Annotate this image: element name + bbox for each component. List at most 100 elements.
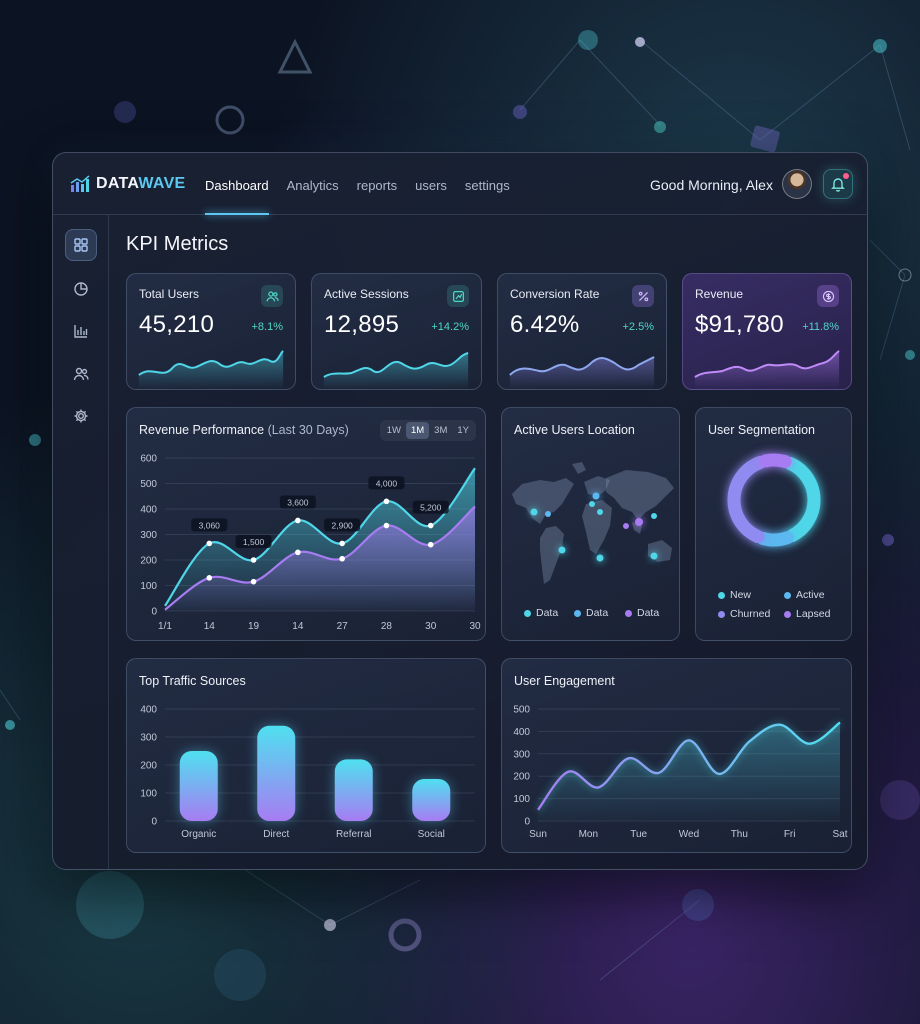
x-tick-label: 14 [204, 621, 216, 632]
y-tick-label: 600 [140, 454, 157, 465]
kpi-label: Total Users [139, 287, 200, 301]
data-point [383, 522, 390, 529]
data-point [427, 541, 434, 548]
x-tick-label: 14 [292, 621, 304, 632]
user-engagement-panel: User Engagement 0 100 200 300 400 500 Sun Mon Tu… [501, 658, 852, 853]
y-tick-label: 200 [140, 761, 157, 772]
engagement-area [538, 722, 840, 821]
x-tick-label: Tue [630, 829, 647, 840]
y-tick-label: 300 [513, 749, 530, 760]
legend-item: New [718, 589, 751, 601]
sessions-icon [452, 290, 464, 302]
kpi-change: +14.2% [431, 321, 469, 333]
data-point [206, 540, 213, 547]
kpi-card-revenue[interactable]: Revenue $91,780 +11.8% [682, 273, 852, 390]
data-point [250, 578, 257, 585]
kpi-card-total-users[interactable]: Total Users 45,210 +8.1% [126, 273, 296, 390]
donut-slice [727, 455, 767, 544]
kpi-label: Revenue [695, 287, 744, 301]
notification-dot [843, 173, 849, 179]
y-tick-label: 0 [151, 607, 157, 618]
kpi-card-conversion-rate[interactable]: Conversion Rate 6.42% +2.5% [497, 273, 667, 390]
y-tick-label: 400 [140, 505, 157, 516]
sidebar-item-users[interactable] [65, 358, 97, 390]
data-point [383, 498, 390, 505]
kpi-card-active-sessions[interactable]: Active Sessions 12,895 +14.2% [311, 273, 482, 390]
bar [412, 779, 451, 821]
x-tick-label: 30 [425, 621, 437, 632]
percent-icon [638, 291, 648, 301]
donut-slice [756, 531, 794, 547]
legend-item: Lapsed [784, 608, 830, 620]
y-tick-label: 200 [513, 772, 530, 783]
kpi-icon-box[interactable] [632, 285, 654, 307]
x-tick-label: Thu [731, 829, 748, 840]
main-nav: Dashboard Analytics reports users settin… [205, 153, 528, 215]
logo-icon [70, 175, 90, 192]
top-traffic-sources-panel: Top Traffic Sources 0 100 200 300 400 Organic… [126, 658, 486, 853]
kpi-icon-box[interactable] [447, 285, 469, 307]
x-tick-label: 28 [381, 621, 393, 632]
y-tick-label: 200 [140, 556, 157, 567]
legend-item: Data [524, 607, 558, 619]
y-tick-label: 100 [513, 794, 530, 805]
sidebar-item-dashboard[interactable] [65, 229, 97, 261]
gear-icon [74, 409, 88, 423]
y-tick-label: 400 [140, 705, 157, 716]
sidebar-item-settings[interactable] [65, 400, 97, 432]
x-tick-label: Wed [679, 829, 699, 840]
sparkline-revenue [694, 350, 840, 389]
nav-dashboard[interactable]: Dashboard [205, 153, 269, 215]
sparkline-active-sessions [323, 352, 469, 389]
x-tick-label: Referral [336, 829, 372, 840]
traffic-chart: 0 100 200 300 400 Organic Direct Referral Social [140, 705, 475, 840]
y-tick-label: 0 [151, 817, 157, 828]
annotation-label: 3,060 [199, 520, 221, 530]
data-point [250, 557, 257, 563]
engagement-chart: 0 100 200 300 400 500 Sun Mon Tue Wed Thu Fri Sat [513, 705, 847, 841]
bar [334, 759, 373, 821]
legend-item: Active [784, 589, 825, 601]
y-tick-label: 100 [140, 789, 157, 800]
brand-logo[interactable]: DATAWAVE [70, 175, 186, 193]
data-point [295, 549, 301, 556]
x-tick-label: Direct [263, 829, 289, 840]
bar [257, 725, 296, 821]
kpi-label: Active Sessions [324, 287, 409, 301]
grid-icon [74, 238, 88, 252]
x-tick-label: Social [418, 829, 445, 840]
y-tick-label: 400 [513, 727, 530, 738]
y-tick-label: 0 [524, 817, 530, 828]
page-title: KPI Metrics [126, 233, 229, 255]
y-tick-label: 100 [140, 581, 157, 592]
legend-item: Data [574, 607, 608, 619]
kpi-icon-box[interactable] [261, 285, 283, 307]
active-users-location-panel: Active Users Location Data Data Data [501, 407, 680, 641]
x-tick-label: 27 [337, 621, 349, 632]
revenue-performance-panel: Revenue Performance (Last 30 Days) 1W 1M… [126, 407, 486, 641]
top-bar: DATAWAVE Dashboard Analytics reports use… [53, 153, 867, 215]
bar-chart-icon [74, 325, 88, 338]
sidebar-item-reports[interactable] [65, 273, 97, 305]
kpi-change: +2.5% [622, 321, 655, 333]
y-tick-label: 300 [140, 733, 157, 744]
greeting-text: Good Morning, Alex [650, 177, 773, 193]
sidebar [53, 215, 109, 869]
data-point [339, 540, 345, 547]
kpi-icon-box[interactable] [817, 285, 839, 307]
annotation-label: 3,600 [287, 497, 309, 507]
sparkline-conversion-rate [509, 356, 655, 389]
y-tick-label: 500 [140, 479, 157, 490]
y-tick-label: 300 [140, 530, 157, 541]
annotation-label: 1,500 [243, 537, 265, 547]
nav-reports[interactable]: reports [357, 153, 397, 215]
nav-users[interactable]: users [415, 153, 447, 215]
nav-settings[interactable]: settings [465, 153, 510, 215]
legend-item: Data [625, 607, 659, 619]
user-avatar[interactable] [782, 169, 812, 199]
data-point [339, 555, 345, 562]
nav-analytics[interactable]: Analytics [287, 153, 339, 215]
sidebar-item-analytics[interactable] [65, 315, 97, 347]
data-point [206, 575, 213, 581]
notifications-button[interactable] [823, 169, 853, 199]
